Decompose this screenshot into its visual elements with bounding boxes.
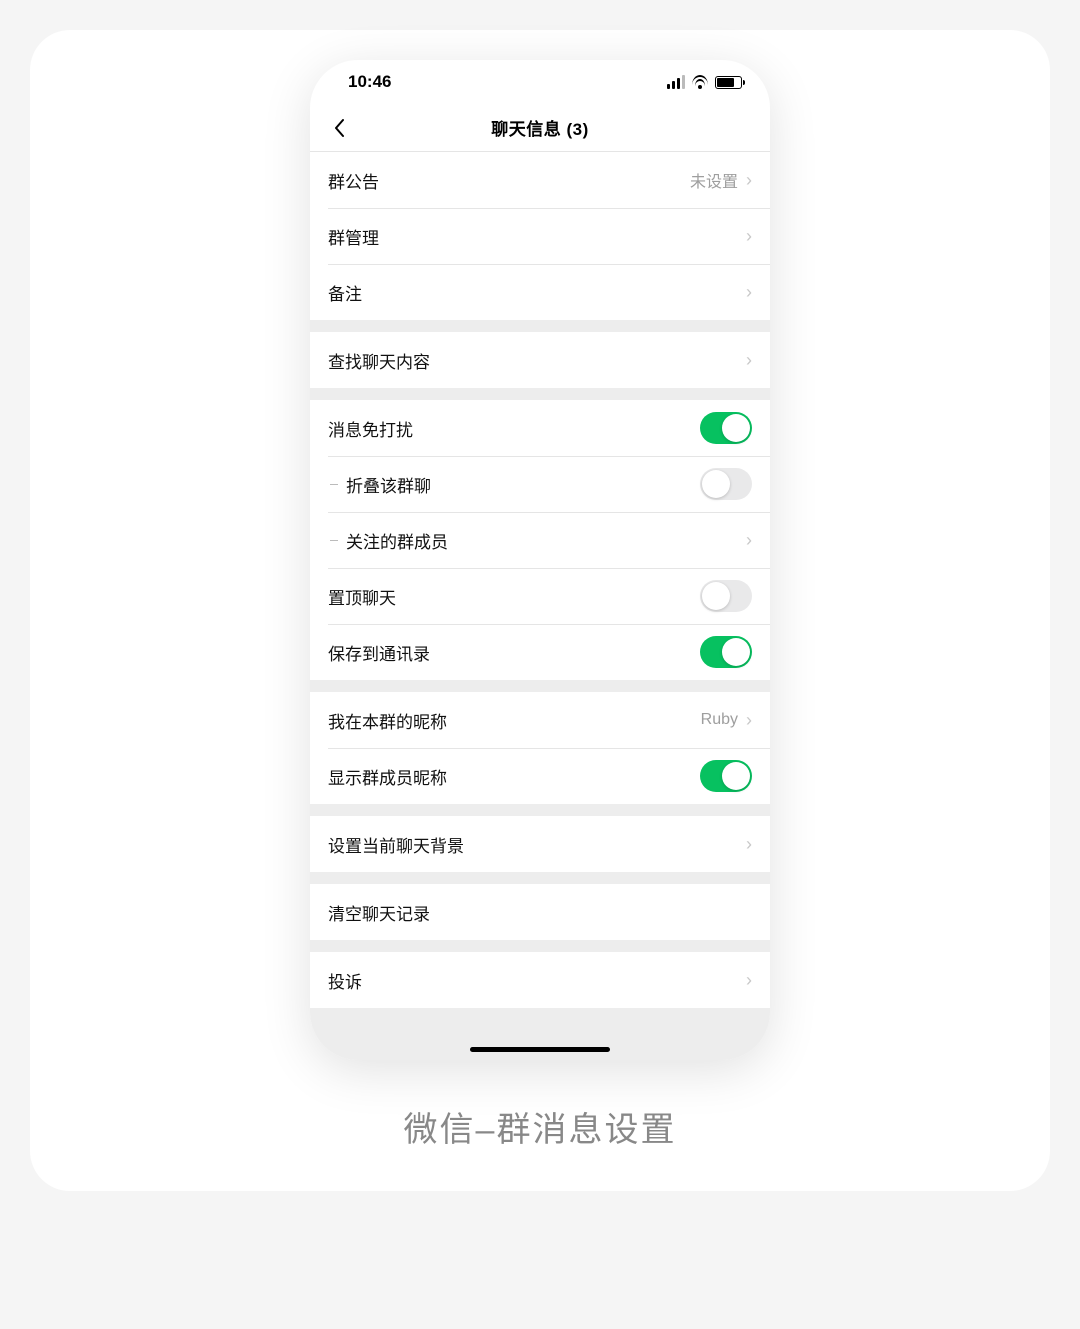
save-toggle[interactable]: [700, 636, 752, 668]
status-indicators: [667, 75, 742, 89]
page-title: 聊天信息 (3): [491, 115, 589, 140]
row-search-content[interactable]: 查找聊天内容 ›: [310, 332, 770, 388]
label: 投诉: [328, 968, 362, 993]
chevron-right-icon: ›: [746, 170, 752, 191]
label: 设置当前聊天背景: [328, 832, 464, 857]
row-fold: 折叠该群聊: [310, 456, 770, 512]
back-button[interactable]: [324, 113, 354, 143]
home-indicator: [470, 1047, 610, 1052]
status-time: 10:46: [348, 72, 391, 92]
chevron-right-icon: ›: [746, 710, 752, 731]
label: 置顶聊天: [328, 584, 396, 609]
row-clear-history[interactable]: 清空聊天记录: [310, 884, 770, 940]
chevron-right-icon: ›: [746, 226, 752, 247]
label: 消息免打扰: [328, 416, 413, 441]
label: 我在本群的昵称: [328, 708, 447, 733]
row-remark[interactable]: 备注 ›: [310, 264, 770, 320]
chevron-right-icon: ›: [746, 970, 752, 991]
value: Ruby: [701, 711, 738, 729]
wifi-icon: [691, 75, 709, 89]
status-bar: 10:46: [310, 60, 770, 104]
label: 查找聊天内容: [328, 348, 430, 373]
label: 关注的群成员: [346, 528, 448, 553]
label: 群管理: [328, 224, 379, 249]
value: 未设置: [690, 168, 738, 192]
row-group-announcement[interactable]: 群公告 未设置 ›: [310, 152, 770, 208]
shownick-toggle[interactable]: [700, 760, 752, 792]
settings-list: 群公告 未设置 › 群管理 › 备注 › 查找聊天内容: [310, 152, 770, 1060]
row-report[interactable]: 投诉 ›: [310, 952, 770, 1008]
chevron-right-icon: ›: [746, 530, 752, 551]
battery-icon: [715, 76, 742, 89]
row-show-nickname: 显示群成员昵称: [310, 748, 770, 804]
row-save-contacts: 保存到通讯录: [310, 624, 770, 680]
cellular-icon: [667, 75, 685, 89]
chevron-right-icon: ›: [746, 350, 752, 371]
label: 折叠该群聊: [346, 472, 431, 497]
phone-frame: 10:46 聊天信息 (3) 群公告 未设置 ›: [310, 60, 770, 1060]
row-chat-background[interactable]: 设置当前聊天背景 ›: [310, 816, 770, 872]
row-group-manage[interactable]: 群管理 ›: [310, 208, 770, 264]
row-sticky: 置顶聊天: [310, 568, 770, 624]
row-mute: 消息免打扰: [310, 400, 770, 456]
sticky-toggle[interactable]: [700, 580, 752, 612]
nav-bar: 聊天信息 (3): [310, 104, 770, 152]
row-watched-members[interactable]: 关注的群成员 ›: [310, 512, 770, 568]
label: 群公告: [328, 168, 379, 193]
fold-toggle[interactable]: [700, 468, 752, 500]
chevron-right-icon: ›: [746, 834, 752, 855]
caption: 微信–群消息设置: [404, 1102, 677, 1151]
label: 备注: [328, 280, 362, 305]
label: 显示群成员昵称: [328, 764, 447, 789]
chevron-right-icon: ›: [746, 282, 752, 303]
label: 保存到通讯录: [328, 640, 430, 665]
mute-toggle[interactable]: [700, 412, 752, 444]
row-my-nickname[interactable]: 我在本群的昵称 Ruby ›: [310, 692, 770, 748]
label: 清空聊天记录: [328, 900, 430, 925]
chevron-left-icon: [334, 118, 345, 138]
